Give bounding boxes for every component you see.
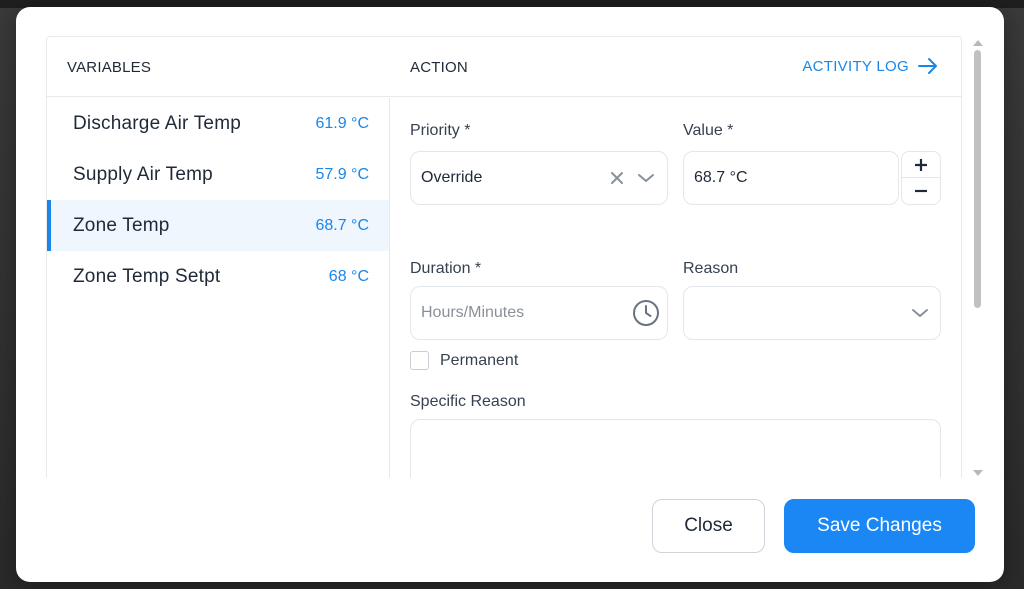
value-stepper <box>901 151 941 205</box>
save-changes-button[interactable]: Save Changes <box>784 499 975 553</box>
scroll-up-arrow[interactable] <box>973 40 983 46</box>
priority-value: Override <box>421 169 483 186</box>
reason-select[interactable] <box>683 286 941 340</box>
duration-placeholder: Hours/Minutes <box>421 304 525 321</box>
decrement-button[interactable] <box>902 178 940 204</box>
permanent-checkbox[interactable] <box>410 351 429 370</box>
scrollbar[interactable] <box>972 37 984 482</box>
variable-name: Supply Air Temp <box>73 163 213 185</box>
minus-icon <box>915 189 927 193</box>
chevron-down-icon[interactable] <box>909 304 931 322</box>
priority-label: Priority * <box>410 122 471 139</box>
variable-item-supply-air-temp[interactable]: Supply Air Temp 57.9 °C <box>47 149 389 200</box>
activity-log-label: ACTIVITY LOG <box>802 57 909 75</box>
reason-label: Reason <box>683 260 739 277</box>
value-input[interactable]: 68.7 °C <box>683 151 899 205</box>
specific-reason-textarea[interactable] <box>410 419 941 478</box>
duration-label: Duration * <box>410 260 482 277</box>
variable-name: Zone Temp <box>73 214 170 236</box>
variable-item-zone-temp[interactable]: Zone Temp 68.7 °C <box>47 200 389 251</box>
value-input-text: 68.7 °C <box>694 169 748 186</box>
permanent-label: Permanent <box>440 352 519 369</box>
content-panel: VARIABLES ACTION ACTIVITY LOG Discharge … <box>46 36 962 478</box>
variable-value: 68.7 °C <box>315 216 369 234</box>
close-button[interactable]: Close <box>652 499 765 553</box>
specific-reason-label: Specific Reason <box>410 393 526 410</box>
action-form: Priority * Override Value * 68.7 °C Dura… <box>390 98 961 478</box>
variable-item-zone-temp-setpt[interactable]: Zone Temp Setpt 68 °C <box>47 251 389 302</box>
value-label: Value * <box>683 122 734 139</box>
activity-log-link[interactable]: ACTIVITY LOG <box>802 57 939 75</box>
increment-button[interactable] <box>902 152 940 178</box>
variable-item-discharge-air-temp[interactable]: Discharge Air Temp 61.9 °C <box>47 98 389 149</box>
priority-select[interactable]: Override <box>410 151 668 205</box>
panel-header: VARIABLES ACTION ACTIVITY LOG <box>47 37 961 97</box>
variable-name: Discharge Air Temp <box>73 112 241 134</box>
scroll-down-arrow[interactable] <box>973 470 983 476</box>
plus-icon <box>915 158 927 171</box>
action-header: ACTION <box>410 59 468 76</box>
variable-list: Discharge Air Temp 61.9 °C Supply Air Te… <box>47 98 390 478</box>
variable-value: 57.9 °C <box>315 165 369 183</box>
duration-input[interactable]: Hours/Minutes <box>410 286 668 340</box>
variables-header: VARIABLES <box>67 59 152 76</box>
variable-value: 61.9 °C <box>315 114 369 132</box>
variable-value: 68 °C <box>328 267 369 285</box>
clock-icon[interactable] <box>632 299 660 327</box>
variable-name: Zone Temp Setpt <box>73 265 221 287</box>
edit-variable-dialog: VARIABLES ACTION ACTIVITY LOG Discharge … <box>16 7 1004 582</box>
arrow-right-icon <box>918 58 937 74</box>
chevron-down-icon[interactable] <box>635 169 657 187</box>
scrollbar-thumb[interactable] <box>974 50 981 308</box>
clear-icon[interactable] <box>608 169 626 187</box>
